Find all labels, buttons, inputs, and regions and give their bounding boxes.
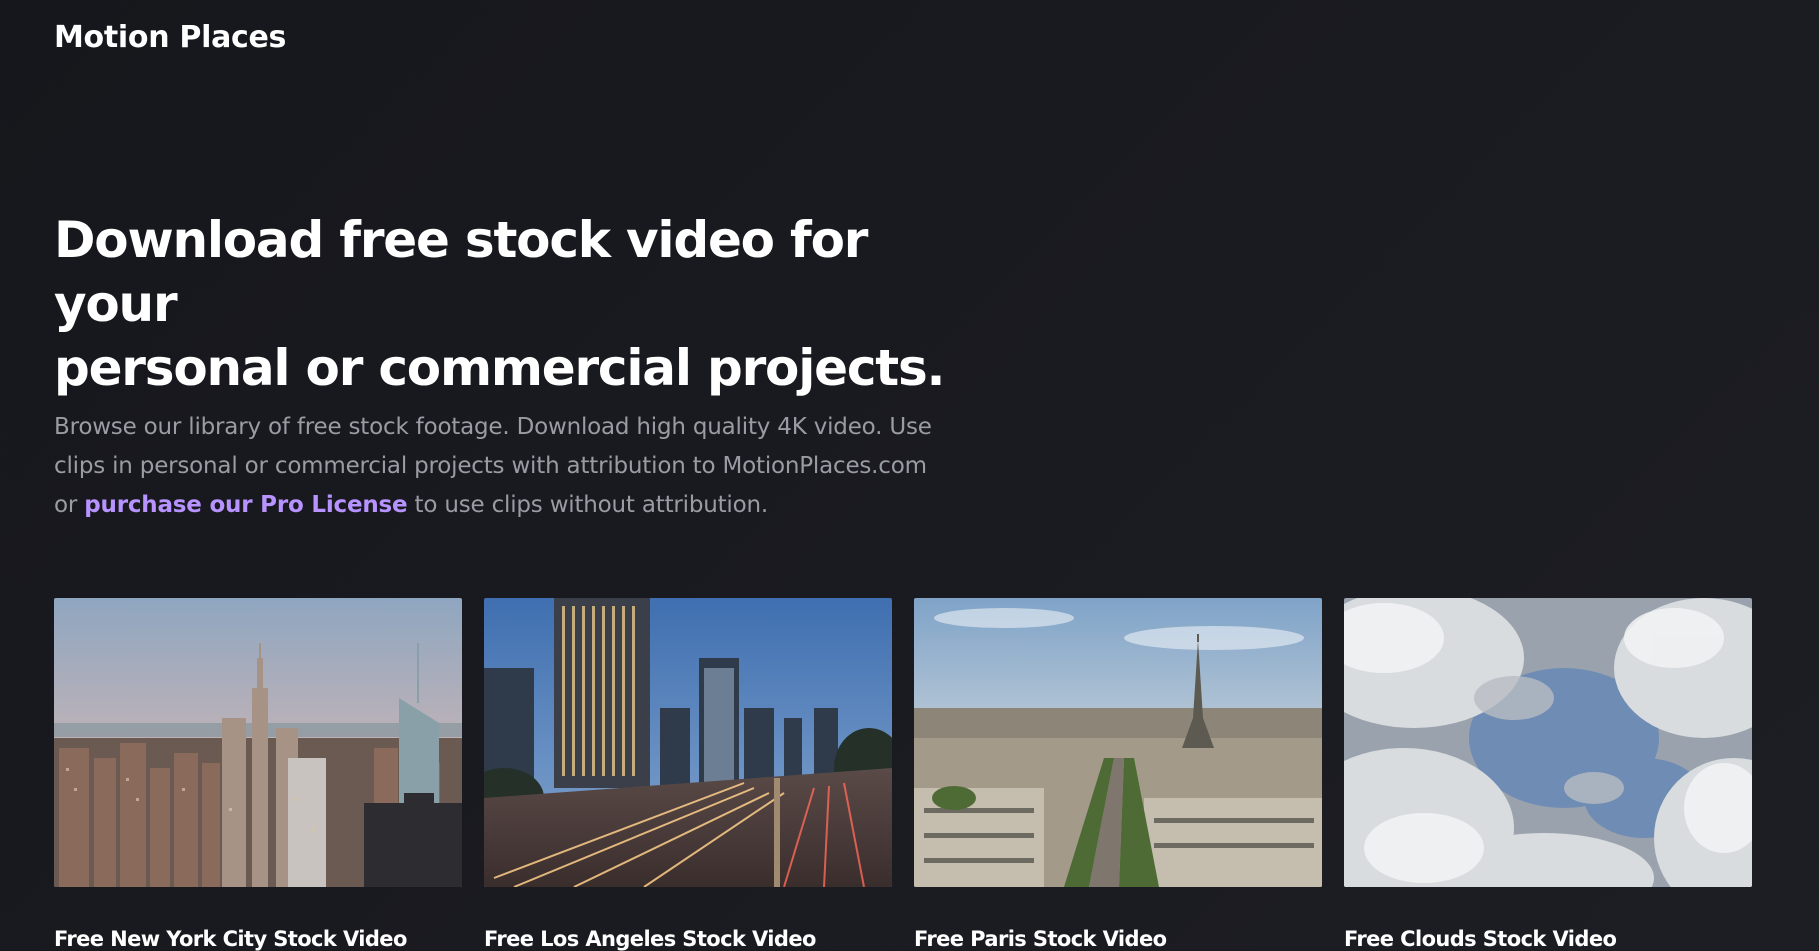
video-category-grid: Free New York City Stock Video Free Los …	[54, 598, 1752, 951]
hero-title-line-2: personal or commercial projects.	[54, 339, 946, 397]
new-york-skyline-image[interactable]	[54, 598, 462, 887]
hero-description-text-end: to use clips without attribution.	[407, 492, 769, 518]
hero-title: Download free stock video for your person…	[54, 208, 954, 400]
clouds-sky-image[interactable]	[1344, 598, 1752, 887]
card-title[interactable]: Free Paris Stock Video	[914, 927, 1322, 951]
category-card-paris[interactable]: Free Paris Stock Video	[914, 598, 1322, 951]
card-title[interactable]: Free New York City Stock Video	[54, 927, 462, 951]
hero-section: Download free stock video for your person…	[54, 208, 954, 525]
paris-eiffel-tower-image[interactable]	[914, 598, 1322, 887]
pro-license-link[interactable]: purchase our Pro License	[84, 492, 407, 518]
category-card-new-york[interactable]: Free New York City Stock Video	[54, 598, 462, 951]
category-card-clouds[interactable]: Free Clouds Stock Video	[1344, 598, 1752, 951]
site-logo[interactable]: Motion Places	[54, 18, 286, 58]
hero-title-line-1: Download free stock video for your	[54, 211, 868, 333]
card-title[interactable]: Free Los Angeles Stock Video	[484, 927, 892, 951]
category-card-los-angeles[interactable]: Free Los Angeles Stock Video	[484, 598, 892, 951]
card-title[interactable]: Free Clouds Stock Video	[1344, 927, 1752, 951]
hero-description: Browse our library of free stock footage…	[54, 408, 944, 525]
los-angeles-freeway-image[interactable]	[484, 598, 892, 887]
